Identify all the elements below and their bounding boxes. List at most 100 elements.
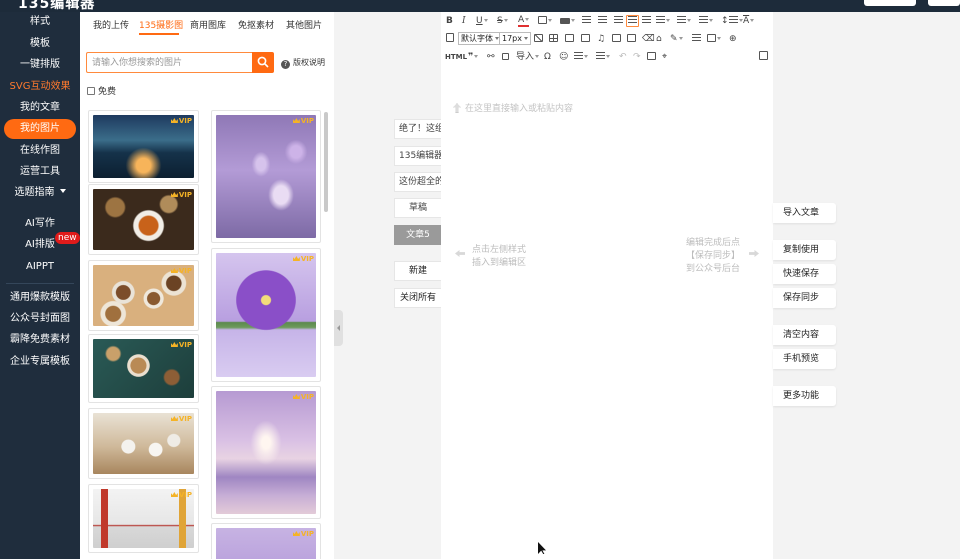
clear-style-icon[interactable] xyxy=(534,33,543,45)
italic-icon[interactable]: I xyxy=(462,15,466,27)
article-item[interactable]: 绝了！这组 xyxy=(394,119,441,139)
sidebar-item-topic-guide[interactable]: 选题指南 xyxy=(4,183,76,203)
image-search-input[interactable] xyxy=(87,53,252,72)
import-article-button[interactable]: 导入文章 xyxy=(773,203,836,223)
location-icon[interactable]: ⌖ xyxy=(662,51,667,63)
sidebar-item-my-articles[interactable]: 我的文章 xyxy=(4,98,76,118)
tab-other-images[interactable]: 其他图片 xyxy=(286,18,322,31)
emoji-icon[interactable]: ☺ xyxy=(559,51,568,63)
font-family-select[interactable]: 默认字体 xyxy=(458,32,502,45)
document-icon[interactable] xyxy=(446,33,454,45)
zoom-icon[interactable]: ⊕ xyxy=(729,33,737,45)
sidebar-item-ai-layout[interactable]: AI排版 new xyxy=(4,232,80,255)
sidebar-item-svg-effects[interactable]: SVG互动效果 xyxy=(4,77,76,97)
spacing-icon[interactable] xyxy=(677,15,691,27)
sidebar-item-one-click-layout[interactable]: 一键排版 xyxy=(4,55,76,75)
article-item[interactable]: 135编辑器 xyxy=(394,146,441,166)
sidebar-item-enterprise-templates[interactable]: 企业专属模板 xyxy=(4,352,76,372)
header-button[interactable] xyxy=(928,0,960,6)
fullscreen-icon[interactable] xyxy=(759,51,768,63)
multi-image-icon[interactable] xyxy=(581,33,590,45)
sidebar-item-my-images[interactable]: 我的图片 xyxy=(4,119,76,139)
clear-format-icon[interactable]: A xyxy=(743,15,755,27)
table-icon[interactable] xyxy=(549,33,558,45)
sidebar-item-free-assets[interactable]: 霸降免费素材 xyxy=(4,330,76,350)
bullet-list-icon[interactable] xyxy=(574,51,588,63)
tab-my-uploads[interactable]: 我的上传 xyxy=(93,18,129,31)
format-brush-icon[interactable] xyxy=(560,15,575,27)
eraser-icon[interactable]: ⌫ xyxy=(642,33,655,45)
tab-cutout-assets[interactable]: 免抠素材 xyxy=(238,18,274,31)
header-button[interactable] xyxy=(864,0,916,6)
align-justify-icon[interactable] xyxy=(626,15,639,27)
link-icon[interactable]: ⚯ xyxy=(487,51,495,63)
align-left-icon[interactable] xyxy=(582,15,591,27)
article-item-draft[interactable]: 草稿 xyxy=(394,198,441,218)
video-icon[interactable] xyxy=(612,33,621,45)
image-thumbnail[interactable]: VIP xyxy=(88,484,199,553)
more-functions-button[interactable]: 更多功能 xyxy=(773,386,836,406)
image-thumbnail[interactable]: VIP xyxy=(88,110,199,183)
home-icon[interactable]: ⌂ xyxy=(656,33,662,45)
undo-icon[interactable]: ↶ xyxy=(619,51,627,63)
image-thumbnail[interactable]: VIP xyxy=(88,260,199,331)
indent-icon[interactable] xyxy=(642,15,651,27)
new-article-button[interactable]: 新建 xyxy=(394,261,441,281)
image-thumbnail[interactable]: VIP xyxy=(88,334,199,403)
search-button[interactable] xyxy=(252,52,274,73)
text-direction-icon[interactable] xyxy=(596,51,610,63)
image-thumbnail[interactable]: VIP xyxy=(211,110,321,243)
font-color-icon[interactable]: A xyxy=(518,15,530,27)
collapse-panel-handle[interactable] xyxy=(334,310,343,346)
sidebar-item-ops-tools[interactable]: 运营工具 xyxy=(4,162,76,182)
omega-icon[interactable]: Ω xyxy=(544,51,551,63)
paragraph-icon[interactable] xyxy=(656,15,670,27)
quote-icon[interactable]: ❞ xyxy=(468,51,479,63)
image-thumbnail[interactable]: VIP xyxy=(88,408,199,479)
sidebar-item-cover-image[interactable]: 公众号封面图 xyxy=(4,309,76,329)
image-thumbnail[interactable]: VIP xyxy=(211,523,321,559)
bold-icon[interactable]: B xyxy=(446,15,453,27)
article-item[interactable]: 这份超全的 xyxy=(394,172,441,192)
redo-icon[interactable]: ↷ xyxy=(633,51,641,63)
mobile-preview-button[interactable]: 手机预览 xyxy=(773,349,836,369)
grid-icon[interactable] xyxy=(707,33,721,45)
strikethrough-icon[interactable]: S xyxy=(497,15,508,27)
underline-icon[interactable]: U xyxy=(476,15,488,27)
free-filter-checkbox[interactable]: 免费 xyxy=(87,84,116,97)
sidebar-item-online-design[interactable]: 在线作图 xyxy=(4,141,76,161)
music-icon[interactable]: ♫ xyxy=(597,33,605,45)
image-thumbnail[interactable]: VIP xyxy=(88,184,199,255)
import-menu[interactable]: 导入 xyxy=(516,51,540,63)
copyright-link[interactable]: ? 版权说明 xyxy=(281,57,325,69)
image-icon[interactable] xyxy=(565,33,574,45)
sidebar-item-styles[interactable]: 样式 xyxy=(4,12,76,32)
sidebar-item-aippt[interactable]: AIPPT xyxy=(4,257,76,277)
close-all-button[interactable]: 关闭所有 xyxy=(394,288,441,308)
anchor-icon[interactable] xyxy=(502,51,509,63)
comment-icon[interactable] xyxy=(647,51,656,63)
letter-spacing-icon[interactable]: ↕ xyxy=(721,15,743,27)
brush-icon[interactable]: ✎ xyxy=(670,33,683,45)
tab-135-photos[interactable]: 135摄影图 xyxy=(139,18,183,31)
panel-scrollbar[interactable] xyxy=(324,112,328,212)
align-right-icon[interactable] xyxy=(614,15,623,27)
article-item-active[interactable]: 文章5 xyxy=(394,225,441,245)
print-icon[interactable] xyxy=(627,33,636,45)
tab-commercial-library[interactable]: 商用图库 xyxy=(190,18,226,31)
image-thumbnail[interactable]: VIP xyxy=(211,386,321,519)
html-source-button[interactable]: HTML xyxy=(445,51,467,63)
line-spacing-icon[interactable] xyxy=(699,15,713,27)
sidebar-item-templates[interactable]: 模板 xyxy=(4,34,76,54)
font-size-select[interactable]: 17px xyxy=(499,32,531,45)
quick-save-button[interactable]: 快速保存 xyxy=(773,264,836,284)
sidebar-item-hot-templates[interactable]: 通用爆款模版 xyxy=(4,288,76,308)
save-sync-button[interactable]: 保存同步 xyxy=(773,288,836,308)
image-thumbnail[interactable]: VIP xyxy=(211,248,321,382)
align-center-icon[interactable] xyxy=(598,15,607,27)
background-color-icon[interactable] xyxy=(538,15,552,27)
copy-use-button[interactable]: 复制使用 xyxy=(773,240,836,260)
clear-content-button[interactable]: 清空内容 xyxy=(773,325,836,345)
editor-placeholder[interactable]: 在这里直接输入或粘贴内容 xyxy=(453,101,573,114)
list-icon[interactable] xyxy=(692,33,701,45)
